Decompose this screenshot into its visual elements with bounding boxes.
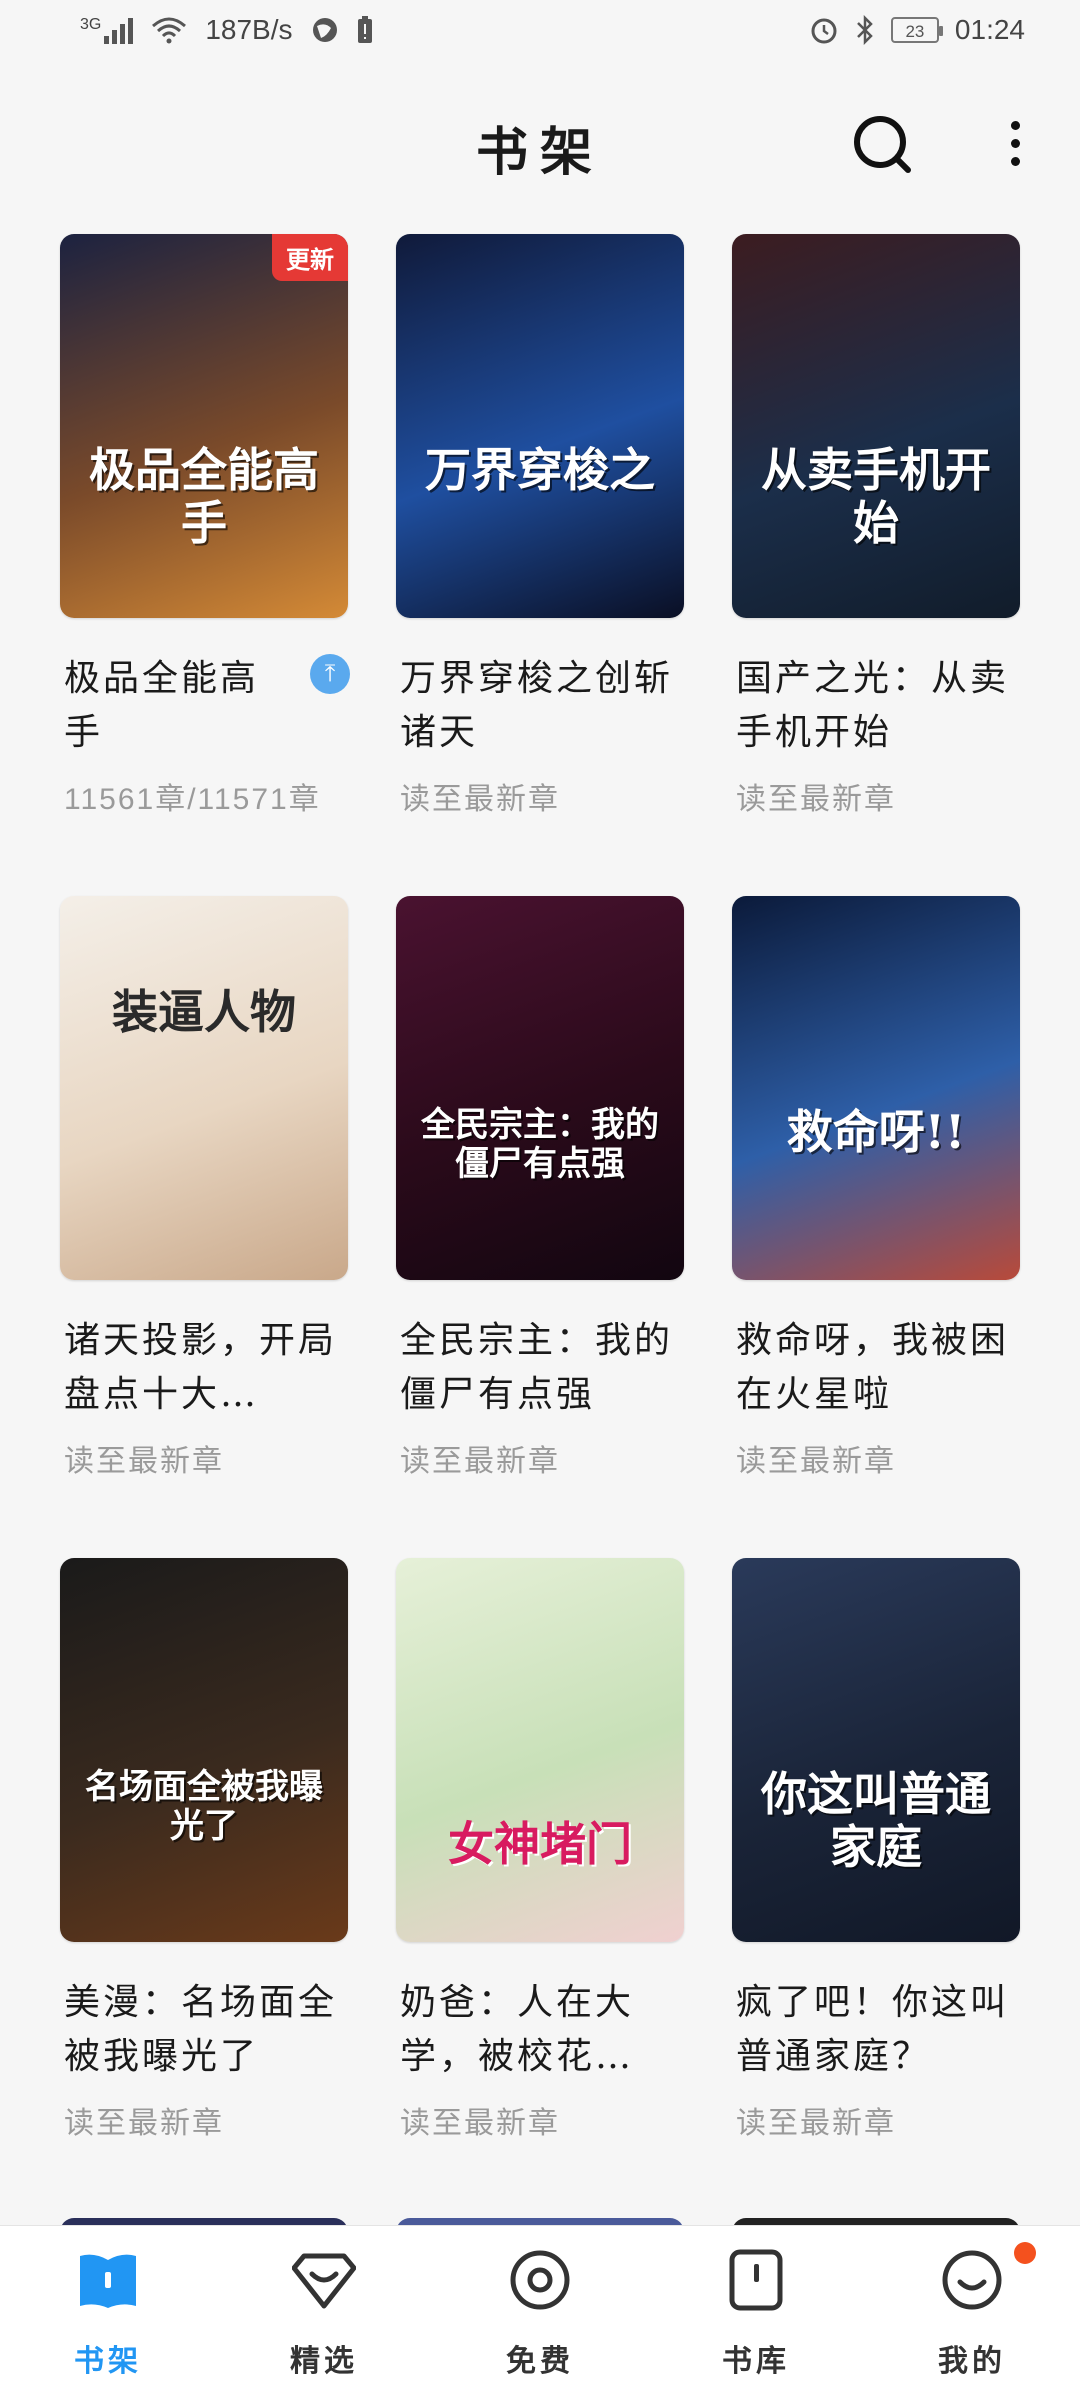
book-cover[interactable]: 极品全能高手 更新	[60, 234, 348, 618]
reading-progress: 读至最新章	[400, 1444, 560, 1479]
cover-title-art: 名场面全被我曝光了	[85, 1767, 323, 1847]
nav-label: 精选	[290, 2344, 358, 2379]
book-item[interactable]: 全民宗主：我的僵尸有点强 全民宗主：我的僵尸有点强 读至最新章	[396, 896, 686, 1480]
cover-title-art: 从卖手机开始	[761, 443, 991, 550]
update-badge: 更新	[272, 234, 348, 281]
profile-icon	[942, 2250, 1002, 2310]
library-icon	[729, 2249, 783, 2311]
book-item[interactable]: 极品全能高手 更新极品全能高手 ⤒ 11561章/11571章	[60, 234, 350, 818]
reading-progress: 读至最新章	[400, 782, 560, 817]
reading-progress: 读至最新章	[400, 2106, 560, 2141]
cover-title-art: 你这叫普通家庭	[761, 1767, 991, 1874]
book-title: 全民宗主：我的僵尸有点强	[400, 1320, 674, 1415]
reading-progress: 读至最新章	[736, 782, 896, 817]
bottom-navigation: 书架 精选 免费 书库 我的	[0, 2225, 1080, 2401]
reading-progress: 读至最新章	[64, 1444, 224, 1479]
status-bar: 3G 187B/s 23 01:24	[0, 0, 1080, 70]
reading-progress: 11561章/11571章	[64, 783, 321, 816]
cover-title-art: 全民宗主：我的僵尸有点强	[421, 1105, 659, 1185]
nav-label: 我的	[938, 2344, 1006, 2379]
wifi-icon	[152, 17, 187, 44]
battery-indicator: 23	[890, 17, 943, 43]
book-cover[interactable]: 名场面全被我曝光了	[60, 1558, 348, 1942]
globe-icon	[312, 18, 337, 42]
book-cover[interactable]: 女神堵门	[396, 1558, 684, 1942]
nav-item-featured[interactable]: 精选	[216, 2226, 432, 2401]
featured-icon	[291, 2253, 357, 2309]
cover-title-art: 女神堵门	[448, 1817, 632, 1871]
cover-title-art: 救命呀!!	[786, 1105, 966, 1159]
page-title: 书架	[475, 122, 604, 183]
network-type-label: 3G	[80, 16, 102, 33]
book-title: 奶爸：人在大学，被校花…	[400, 1982, 635, 2077]
pinned-top-icon: ⤒	[310, 654, 350, 694]
nav-label: 免费	[506, 2344, 574, 2379]
bookshelf-icon	[80, 2254, 136, 2308]
book-title: 极品全能高手	[64, 658, 260, 753]
book-title: 国产之光：从卖手机开始	[736, 658, 1010, 753]
signal-icon: 3G	[80, 16, 134, 44]
nav-label: 书架	[74, 2344, 142, 2379]
book-cover[interactable]: 装逼人物	[60, 896, 348, 1280]
cover-title-art: 装逼人物	[112, 985, 296, 1039]
book-title: 诸天投影，开局盘点十大…	[64, 1320, 338, 1415]
clock: 01:24	[954, 14, 1025, 45]
book-title: 疯了吧！你这叫普通家庭？	[736, 1982, 1010, 2077]
nav-item-bookshelf[interactable]: 书架	[0, 2226, 216, 2401]
alarm-icon	[811, 18, 837, 44]
book-cover[interactable]: 你这叫普通家庭	[732, 1558, 1020, 1942]
book-item[interactable]: 装逼人物诸天投影，开局盘点十大… 读至最新章	[60, 896, 350, 1480]
more-options-icon[interactable]	[995, 115, 1035, 179]
cover-title-art: 万界穿梭之	[425, 443, 655, 497]
bluetooth-icon	[857, 15, 873, 45]
book-cover[interactable]: 全民宗主：我的僵尸有点强	[396, 896, 684, 1280]
cover-title-art: 极品全能高手	[89, 443, 319, 550]
book-title: 万界穿梭之创斩诸天	[400, 658, 674, 753]
book-title: 救命呀，我被困在火星啦	[736, 1320, 1010, 1415]
network-speed: 187B/s	[205, 14, 293, 45]
nav-item-profile[interactable]: 我的	[864, 2226, 1080, 2401]
reading-progress: 读至最新章	[64, 2106, 224, 2141]
book-item[interactable]: 名场面全被我曝光了美漫：名场面全被我曝光了读至最新章	[60, 1558, 350, 2142]
book-item[interactable]: 女神堵门奶爸：人在大学，被校花… 读至最新章	[396, 1558, 686, 2142]
book-cover[interactable]: 救命呀!!	[732, 896, 1020, 1280]
book-item[interactable]: 万界穿梭之万界穿梭之创斩诸天读至最新章	[396, 234, 686, 818]
nav-item-free[interactable]: 免费	[432, 2226, 648, 2401]
free-icon	[510, 2250, 570, 2310]
reading-progress: 读至最新章	[736, 2106, 896, 2141]
book-cover[interactable]: 万界穿梭之	[396, 234, 684, 618]
notification-dot	[1014, 2242, 1036, 2264]
search-icon[interactable]	[850, 112, 914, 176]
book-item[interactable]: 你这叫普通家庭疯了吧！你这叫普通家庭？ 读至最新章	[732, 1558, 1022, 2142]
book-item[interactable]: 从卖手机开始国产之光：从卖手机开始读至最新章	[732, 234, 1022, 818]
nav-label: 书库	[722, 2344, 790, 2379]
book-title: 美漫：名场面全被我曝光了	[64, 1982, 338, 2077]
book-item[interactable]: 救命呀!! 救命呀，我被困在火星啦读至最新章	[732, 896, 1022, 1480]
app-header: 书架	[0, 90, 1080, 200]
reading-progress: 读至最新章	[736, 1444, 896, 1479]
nav-item-library[interactable]: 书库	[648, 2226, 864, 2401]
book-cover[interactable]: 从卖手机开始	[732, 234, 1020, 618]
battery-alert-icon	[357, 16, 372, 43]
